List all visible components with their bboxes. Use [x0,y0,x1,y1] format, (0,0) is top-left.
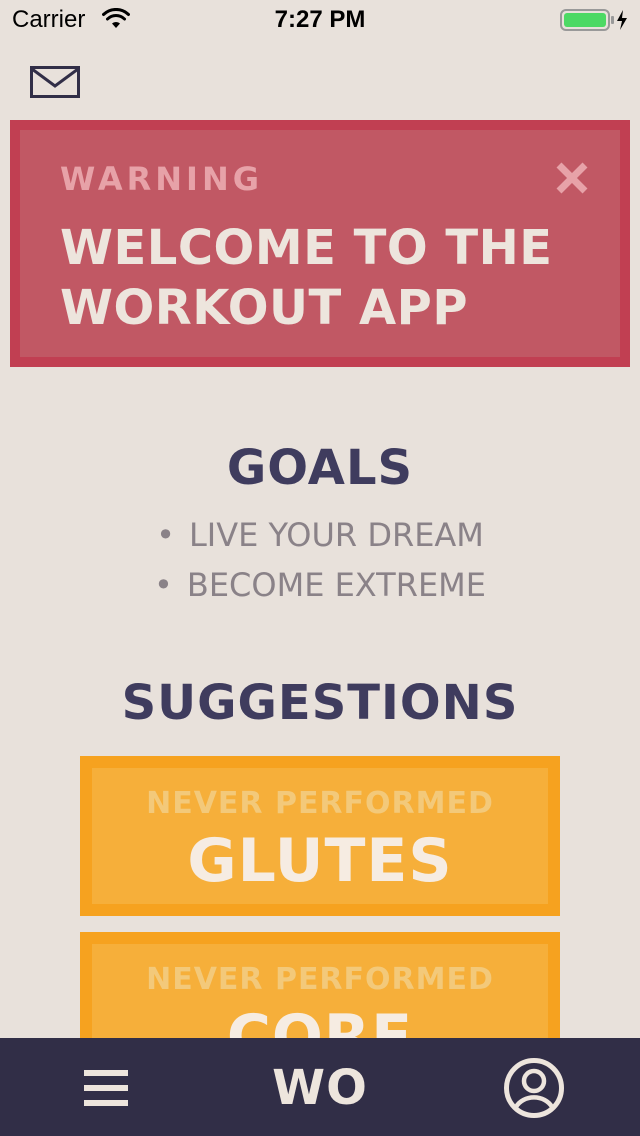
battery-icon [560,9,627,31]
bullet-icon: • [156,516,175,554]
mail-icon[interactable] [30,66,80,98]
suggestion-card-name: GLUTES [187,826,453,896]
suggestion-card-subtitle: NEVER PERFORMED [146,962,494,997]
suggestions-heading: SUGGESTIONS [121,675,519,731]
warning-banner-inner: WARNING WELCOME TO THE WORKOUT APP [20,130,620,357]
profile-icon[interactable] [504,1058,564,1118]
goal-text: LIVE YOUR DREAM [188,516,484,554]
warning-title: WELCOME TO THE WORKOUT APP [60,220,553,336]
goal-item: • BECOME EXTREME [0,562,640,612]
suggestion-card-subtitle: NEVER PERFORMED [146,786,494,821]
goals-list: • LIVE YOUR DREAM • BECOME EXTREME [0,512,640,612]
goal-item: • LIVE YOUR DREAM [0,512,640,562]
suggestion-card-glutes[interactable]: NEVER PERFORMED GLUTES [80,756,560,916]
status-bar: Carrier 7:27 PM [0,0,640,40]
warning-banner: WARNING WELCOME TO THE WORKOUT APP [10,120,630,367]
status-time: 7:27 PM [274,6,366,33]
tab-bar: WO [0,1038,640,1136]
close-icon[interactable] [554,160,590,196]
warning-label: WARNING [60,160,263,198]
suggestion-card-inner: NEVER PERFORMED GLUTES [92,768,548,904]
workout-app-screen: Carrier 7:27 PM WARNING WELCOME TO THE W… [0,0,640,1136]
goals-heading: GOALS [226,440,414,496]
bullet-icon: • [154,566,173,604]
goal-text: BECOME EXTREME [186,566,486,604]
